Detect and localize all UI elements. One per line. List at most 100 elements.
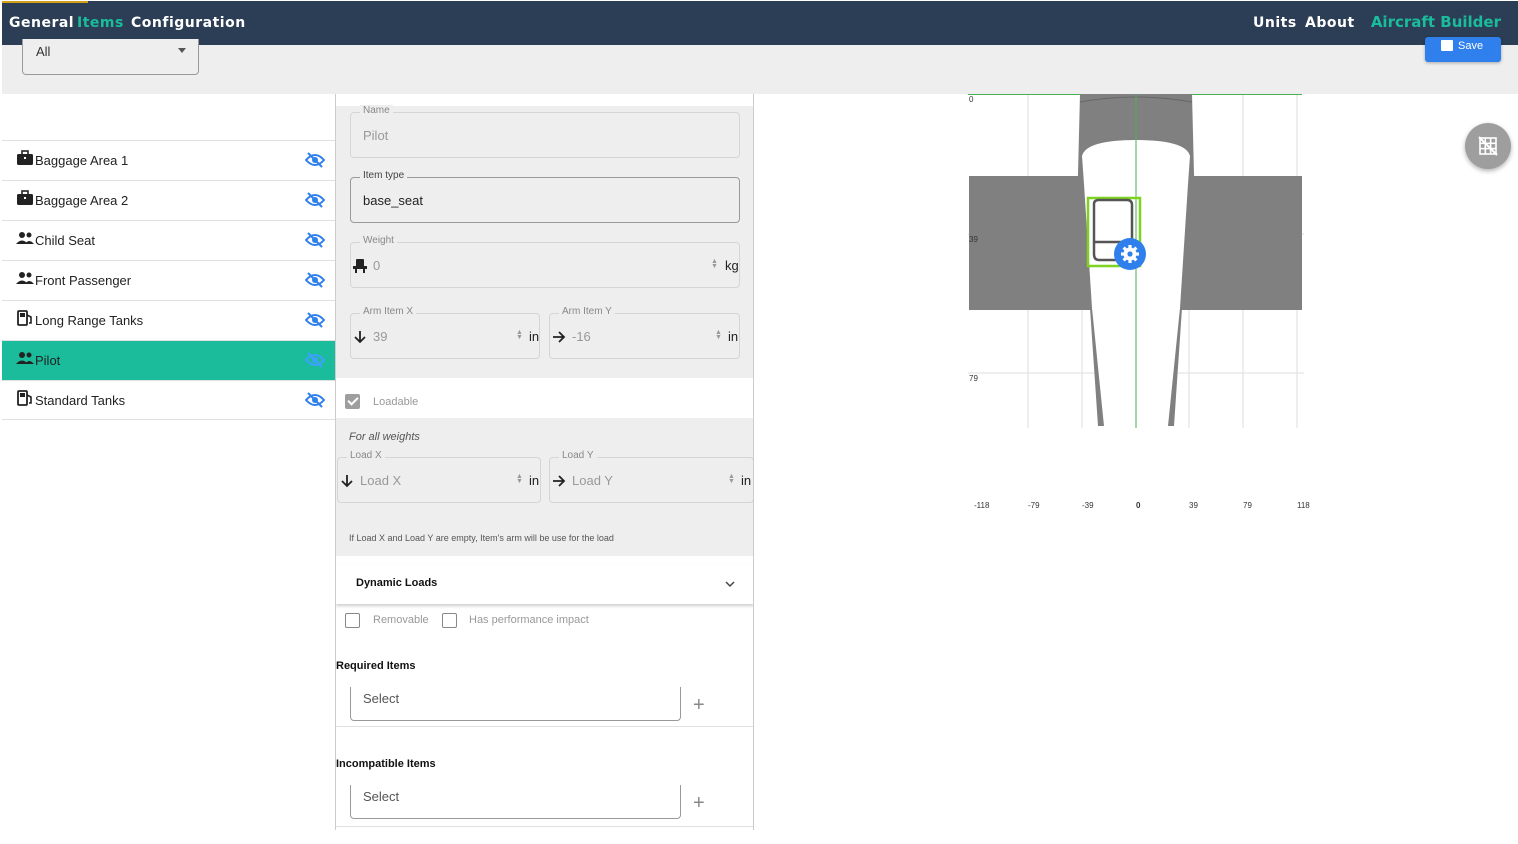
active-indicator (2, 1, 88, 3)
load-x-field[interactable]: Load X Load X ▲ ▼ in (337, 450, 541, 503)
loadable-checkbox[interactable] (345, 394, 360, 409)
arrow-down-icon (354, 331, 366, 344)
eye-off-icon[interactable] (305, 152, 325, 168)
divider (336, 826, 753, 827)
load-y-field[interactable]: Load Y Load Y ▲ ▼ in (549, 450, 753, 503)
save-label: Save (1458, 40, 1484, 52)
save-icon (1441, 40, 1453, 51)
nav-about[interactable]: About (1305, 15, 1355, 31)
briefcase-icon (17, 150, 33, 165)
x-tick-label: 39 (1189, 501, 1198, 510)
field-value: base_seat (363, 193, 423, 208)
incompatible-items-select[interactable]: Select (350, 785, 681, 819)
x-tick-label: -39 (1082, 501, 1094, 510)
performance-impact-label: Has performance impact (469, 614, 589, 626)
save-button[interactable]: Save (1425, 37, 1501, 62)
nav-units[interactable]: Units (1253, 15, 1297, 31)
grid-toggle-button[interactable] (1465, 123, 1511, 169)
spinner-icon[interactable]: ▲ ▼ (516, 473, 523, 485)
gear-icon (1121, 245, 1139, 263)
performance-impact-checkbox[interactable] (442, 613, 457, 628)
aircraft-canvas: 0 39 79 (968, 94, 1304, 428)
filter-bar: All Save (2, 37, 1518, 94)
fuel-icon (17, 390, 32, 406)
weight-unit: kg (725, 258, 739, 273)
field-label: Item type (360, 170, 408, 181)
x-tick-label: -118 (974, 501, 990, 510)
people-icon (16, 232, 34, 244)
list-item-selected[interactable]: Pilot (2, 340, 335, 380)
for-all-weights-label: For all weights (349, 431, 420, 443)
field-label: Load X (347, 450, 385, 461)
nav-general[interactable]: General (9, 15, 74, 31)
x-tick-label: -79 (1028, 501, 1040, 510)
arrow-down-icon (341, 475, 353, 488)
eye-off-icon[interactable] (305, 352, 325, 368)
aircraft-diagram[interactable]: 0 39 79 (968, 94, 1304, 428)
spinner-icon[interactable]: ▲ ▼ (711, 258, 718, 270)
item-label: Long Range Tanks (35, 313, 144, 328)
arm-y-unit: in (728, 329, 739, 344)
spinner-icon[interactable]: ▲ ▼ (715, 329, 722, 341)
eye-off-icon[interactable] (305, 232, 325, 248)
field-label: Arm Item Y (559, 306, 615, 317)
eye-off-icon[interactable] (305, 272, 325, 288)
divider (336, 726, 753, 727)
item-label: Pilot (35, 353, 61, 368)
dynamic-loads-panel[interactable]: Dynamic Loads (336, 564, 753, 604)
spinner-icon[interactable]: ▲ ▼ (728, 473, 735, 485)
load-x-placeholder: Load X (360, 473, 402, 488)
dynamic-loads-title: Dynamic Loads (356, 577, 438, 589)
field-label: Weight (360, 235, 397, 246)
select-placeholder: Select (363, 789, 400, 804)
field-label: Arm Item X (360, 306, 417, 317)
list-item[interactable]: Baggage Area 1 (2, 140, 335, 180)
list-item[interactable]: Baggage Area 2 (2, 180, 335, 220)
grid-off-icon (1478, 136, 1498, 156)
list-item[interactable]: Standard Tanks (2, 380, 335, 420)
list-item[interactable]: Front Passenger (2, 260, 335, 300)
x-tick-label: 118 (1297, 501, 1310, 510)
y-tick-label: 79 (969, 374, 978, 383)
required-items-select[interactable]: Select (350, 687, 681, 721)
eye-off-icon[interactable] (305, 392, 325, 408)
add-incompatible-item-button[interactable]: + (693, 792, 705, 815)
load-x-unit: in (529, 473, 540, 488)
item-label: Standard Tanks (35, 393, 126, 408)
incompatible-items-title: Incompatible Items (336, 758, 436, 770)
item-type-field[interactable]: Item type base_seat (350, 170, 740, 223)
category-filter-select[interactable]: All (22, 39, 199, 75)
top-nav-bar: General Items Configuration Units About … (2, 1, 1518, 45)
nav-configuration[interactable]: Configuration (131, 15, 246, 31)
arrow-right-icon (553, 475, 566, 487)
item-label: Child Seat (35, 233, 95, 248)
eye-off-icon[interactable] (305, 312, 325, 328)
arm-y-field[interactable]: Arm Item Y -16 ▲ ▼ in (549, 306, 740, 359)
fuel-icon (17, 310, 32, 326)
add-required-item-button[interactable]: + (693, 694, 705, 717)
nav-items[interactable]: Items (77, 15, 124, 31)
app-brand[interactable]: Aircraft Builder (1371, 13, 1501, 31)
x-tick-label: 0 (1136, 501, 1141, 510)
briefcase-icon (17, 190, 33, 205)
arm-x-unit: in (529, 329, 540, 344)
load-hint: If Load X and Load Y are empty, Item's a… (349, 533, 614, 543)
arm-x-field[interactable]: Arm Item X 39 ▲ ▼ in (350, 306, 540, 359)
list-item[interactable]: Long Range Tanks (2, 300, 335, 340)
chevron-down-icon (178, 48, 186, 53)
x-tick-label: 79 (1243, 501, 1252, 510)
seat-icon (353, 259, 367, 273)
spinner-icon[interactable]: ▲ ▼ (516, 329, 523, 341)
y-tick-label: 39 (969, 235, 978, 244)
name-field[interactable]: Name Pilot (350, 105, 740, 158)
eye-off-icon[interactable] (305, 192, 325, 208)
list-item[interactable]: Child Seat (2, 220, 335, 260)
loadable-label: Loadable (373, 396, 419, 408)
weight-field[interactable]: Weight 0 ▲ ▼ kg (350, 235, 740, 288)
load-y-unit: in (741, 473, 752, 488)
item-form: Name Pilot Item type base_seat Weight 0 … (335, 94, 754, 830)
removable-checkbox[interactable] (345, 613, 360, 628)
item-label: Baggage Area 1 (35, 153, 129, 168)
item-label: Front Passenger (35, 273, 132, 288)
arrow-right-icon (553, 331, 566, 343)
